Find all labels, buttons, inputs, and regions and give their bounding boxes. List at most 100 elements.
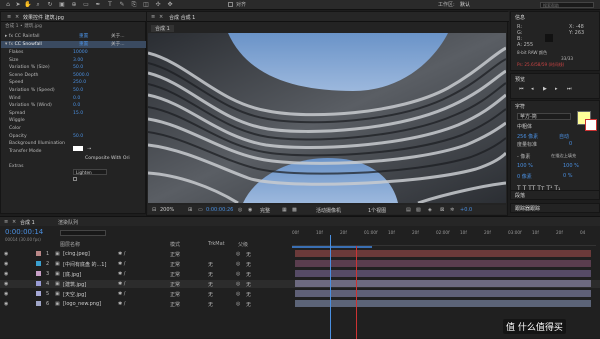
prop-value[interactable]: 5000.0 xyxy=(73,72,89,79)
label-color[interactable] xyxy=(36,281,41,286)
layer-trkmat[interactable]: 无 xyxy=(208,271,213,278)
layer-mode[interactable]: 正常 xyxy=(170,281,180,288)
pickwhip-icon[interactable]: ◎ xyxy=(236,281,240,287)
preview-tab[interactable]: 预览 xyxy=(515,76,525,83)
layer-bar[interactable] xyxy=(295,280,591,287)
layer-mode[interactable]: 正常 xyxy=(170,261,180,268)
selection-tool-icon[interactable]: ➤ xyxy=(14,1,22,9)
type-tool-icon[interactable]: T xyxy=(106,1,114,9)
camera-select[interactable]: 活动摄像机 xyxy=(316,207,341,214)
switches-icon[interactable]: ✱ / xyxy=(118,301,125,307)
mask-icon[interactable]: ▧ xyxy=(416,207,421,213)
layer-name[interactable]: [天空.jpg] xyxy=(63,291,86,298)
zoom-tool-icon[interactable]: ⌕ xyxy=(34,1,42,9)
first-frame-icon[interactable]: ⏮ xyxy=(519,86,524,92)
layer-bar[interactable] xyxy=(295,270,591,277)
eye-icon[interactable]: ◉ xyxy=(4,301,8,307)
panel-menu-icon[interactable]: ≡ xyxy=(151,14,155,20)
effect-prop-row[interactable]: Variation % (Wind) 0.0 xyxy=(9,102,145,109)
pickwhip-icon[interactable]: ◎ xyxy=(236,301,240,307)
pan-behind-icon[interactable]: ⊕ xyxy=(70,1,78,9)
layer-bar[interactable] xyxy=(295,250,591,257)
prop-value[interactable]: 0.0 xyxy=(73,95,80,102)
flowchart-icon[interactable]: ⊠ xyxy=(440,207,444,213)
switches-icon[interactable]: ✱ / xyxy=(118,281,125,287)
effect-prop-row[interactable]: Color xyxy=(9,125,145,132)
composite-checkbox[interactable] xyxy=(73,177,77,181)
font-size[interactable]: 256 像素 xyxy=(517,133,538,140)
magnify-icon[interactable]: ⊟ xyxy=(152,207,156,213)
close-icon[interactable]: × xyxy=(12,219,16,225)
camera-tool-icon[interactable]: ▣ xyxy=(58,1,66,9)
puppet-tool-icon[interactable]: ✥ xyxy=(166,1,174,9)
pickwhip-icon[interactable]: ◎ xyxy=(236,251,240,257)
eyedropper-icon[interactable]: ➝ xyxy=(87,146,91,152)
eye-icon[interactable]: ◉ xyxy=(4,281,8,287)
layer-mode[interactable]: 正常 xyxy=(170,251,180,258)
layer-name[interactable]: [中间有底盘 的...1] xyxy=(63,261,106,268)
home-icon[interactable]: ⌂ xyxy=(4,1,12,9)
effect-prop-row[interactable]: Scene Depth 5000.0 xyxy=(9,72,145,79)
transfer-mode-select[interactable]: Lighten xyxy=(73,169,107,175)
comp-tab[interactable]: 合成 合成 1 xyxy=(169,14,195,21)
tracker-tab[interactable]: 跟踪器跟踪 xyxy=(515,205,540,212)
layer-parent[interactable]: 无 xyxy=(246,291,251,298)
kerning[interactable]: 度量标准 xyxy=(517,141,537,148)
prop-value[interactable]: 50.0 xyxy=(73,87,83,94)
effect-prop-row[interactable]: Opacity 50.0 xyxy=(9,133,145,140)
zoom-select[interactable]: 200% xyxy=(160,207,174,213)
prop-value[interactable]: Composite With Ori xyxy=(85,155,130,162)
effect-prop-row[interactable]: Variation % (Speed) 50.0 xyxy=(9,87,145,94)
paragraph-tab[interactable]: 段落 xyxy=(515,192,525,199)
color-wheel-icon[interactable]: ◉ xyxy=(248,207,252,213)
label-color[interactable] xyxy=(36,271,41,276)
layer-row[interactable]: ◉ 2 ▣ [中间有底盘 的...1] ✱ / 正常 无 ◎ 无 xyxy=(0,260,600,268)
prop-value[interactable]: 0.0 xyxy=(73,102,80,109)
region-icon[interactable]: ▦ xyxy=(282,207,287,213)
stroke-width[interactable]: - 像素 xyxy=(517,153,530,160)
comp-subtab[interactable]: 合成 1 xyxy=(151,25,174,32)
effect-prop-row[interactable]: Wind 0.0 xyxy=(9,95,145,102)
layer-row[interactable]: ◉ 3 ▣ [底.jpg] ✱ / 正常 无 ◎ 无 xyxy=(0,270,600,278)
effect-row[interactable]: ▸ fx CC Rainfall 重置 关于... xyxy=(5,33,145,40)
prop-value[interactable]: 250.0 xyxy=(73,79,86,86)
rotate-tool-icon[interactable]: ↻ xyxy=(46,1,54,9)
next-frame-icon[interactable]: ▸ xyxy=(555,86,558,92)
horizontal-scale[interactable]: 100 % xyxy=(563,163,579,169)
eye-icon[interactable]: ◉ xyxy=(4,251,8,257)
layer-mode[interactable]: 正常 xyxy=(170,301,180,308)
prop-value[interactable]: 50.0 xyxy=(73,64,83,71)
resolution-select[interactable]: 完整 xyxy=(260,207,270,214)
layer-row[interactable]: ◉ 4 ▣ [建筑.jpg] ✱ / 正常 无 ◎ 无 xyxy=(0,280,600,288)
comp-viewer[interactable] xyxy=(148,33,506,203)
timecode-display[interactable]: 0:00:00:26 xyxy=(206,207,233,213)
font-select[interactable]: 苹方-简 xyxy=(517,113,571,120)
effect-prop-row[interactable]: Spread 15.0 xyxy=(9,110,145,117)
layer-parent[interactable]: 无 xyxy=(246,261,251,268)
roto-tool-icon[interactable]: ✣ xyxy=(154,1,162,9)
effect-prop-row[interactable]: Size 3.00 xyxy=(9,57,145,64)
eye-icon[interactable]: ◉ xyxy=(4,261,8,267)
close-icon[interactable]: × xyxy=(159,14,163,20)
close-icon[interactable]: × xyxy=(15,14,19,20)
rect-tool-icon[interactable]: ▭ xyxy=(82,1,90,9)
align-checkbox[interactable] xyxy=(228,2,233,7)
brush-tool-icon[interactable]: ✎ xyxy=(118,1,126,9)
prop-value[interactable]: 50.0 xyxy=(73,133,83,140)
effect-row-selected[interactable]: ▾ fx CC Snowfall 重置 关于... xyxy=(1,41,147,48)
eraser-tool-icon[interactable]: ◫ xyxy=(142,1,150,9)
label-color[interactable] xyxy=(36,301,41,306)
layer-bar[interactable] xyxy=(295,290,591,297)
layer-row[interactable]: ◉ 1 ▣ [cing.jpeg] ✱ / 正常 ◎ 无 xyxy=(0,250,600,258)
layer-trkmat[interactable]: 无 xyxy=(208,281,213,288)
layer-name[interactable]: [建筑.jpg] xyxy=(63,281,86,288)
camera-snapshot-icon[interactable]: ◎ xyxy=(238,207,242,213)
toggle-icon[interactable]: ▤ xyxy=(406,207,411,213)
layer-row[interactable]: ◉ 5 ▣ [天空.jpg] ✱ / 正常 无 ◎ 无 xyxy=(0,290,600,298)
time-ruler[interactable]: 00f 10f 20f 01:00f 10f 20f 02:00f 10f 20f 03:00f 1… xyxy=(292,228,596,246)
switches-icon[interactable]: ✱ / xyxy=(118,271,125,277)
style-select[interactable]: 中粗体 xyxy=(517,123,532,130)
layer-trkmat[interactable]: 无 xyxy=(208,261,213,268)
switches-icon[interactable]: ✱ / xyxy=(118,251,125,257)
info-tab[interactable]: 信息 xyxy=(515,14,525,21)
